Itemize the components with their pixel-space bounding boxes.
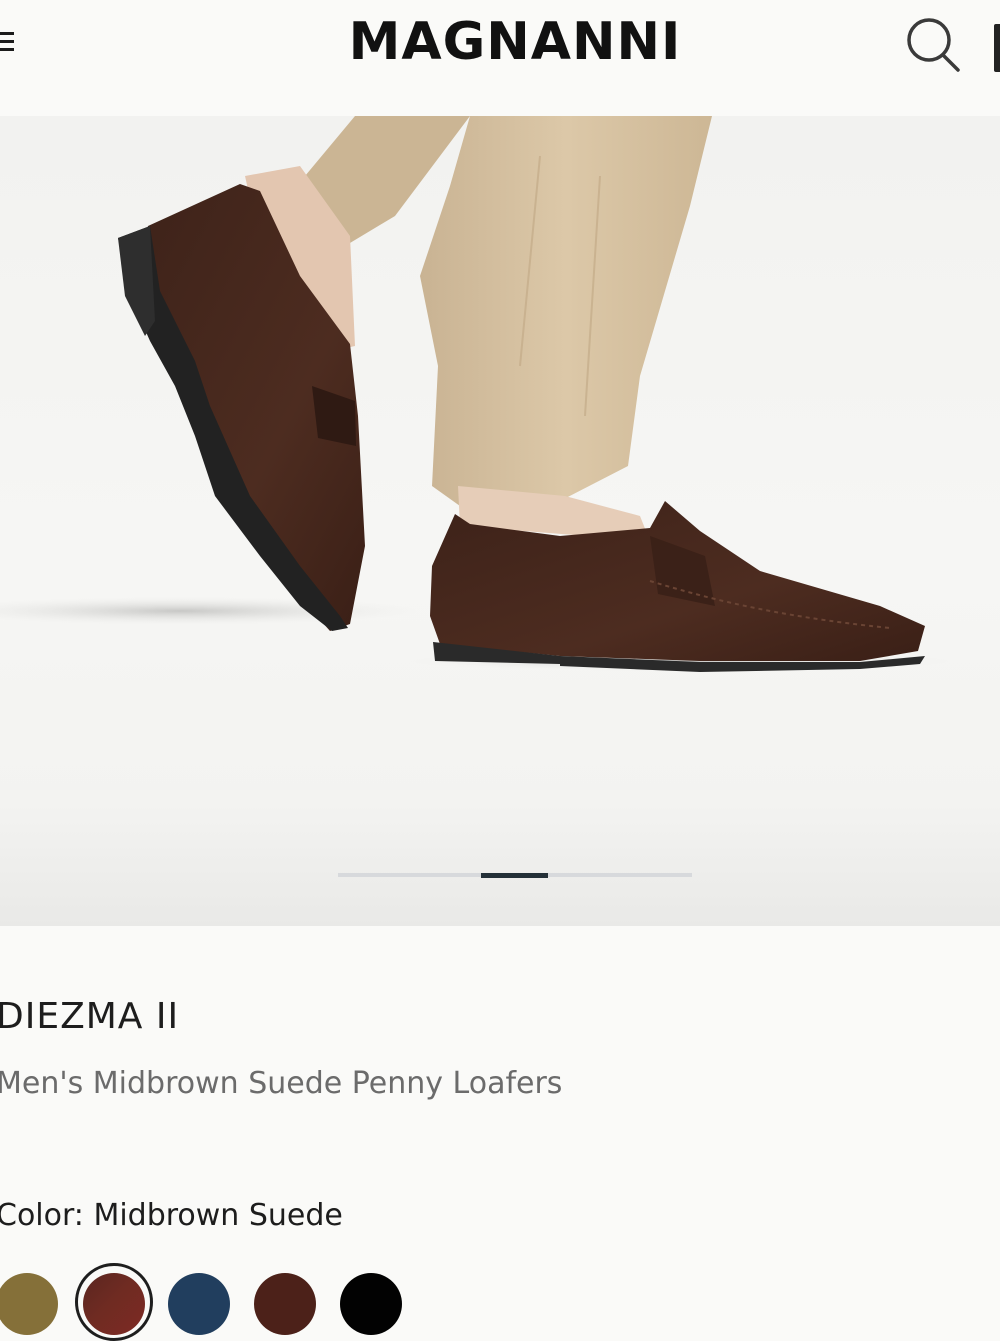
- product-image[interactable]: [0, 116, 1000, 926]
- color-swatches: [0, 1263, 1000, 1341]
- swatch-midbrown-suede[interactable]: [83, 1273, 145, 1335]
- product-title: DIEZMA II: [0, 996, 180, 1037]
- search-icon[interactable]: [902, 14, 962, 74]
- shopping-bag-icon[interactable]: [994, 24, 1000, 72]
- swatch-brown[interactable]: [254, 1273, 316, 1335]
- brand-logo[interactable]: MAGNANNI: [0, 12, 1000, 72]
- selected-color-label: Color: Midbrown Suede: [0, 1198, 343, 1233]
- swatch-black[interactable]: [340, 1273, 402, 1335]
- swatch-olive[interactable]: [0, 1273, 58, 1335]
- site-header: MAGNANNI: [0, 0, 1000, 116]
- product-subtitle: Men's Midbrown Suede Penny Loafers: [0, 1066, 563, 1101]
- gallery-pagination[interactable]: [338, 873, 692, 878]
- swatch-navy[interactable]: [168, 1273, 230, 1335]
- gallery-pagination-active: [481, 873, 548, 878]
